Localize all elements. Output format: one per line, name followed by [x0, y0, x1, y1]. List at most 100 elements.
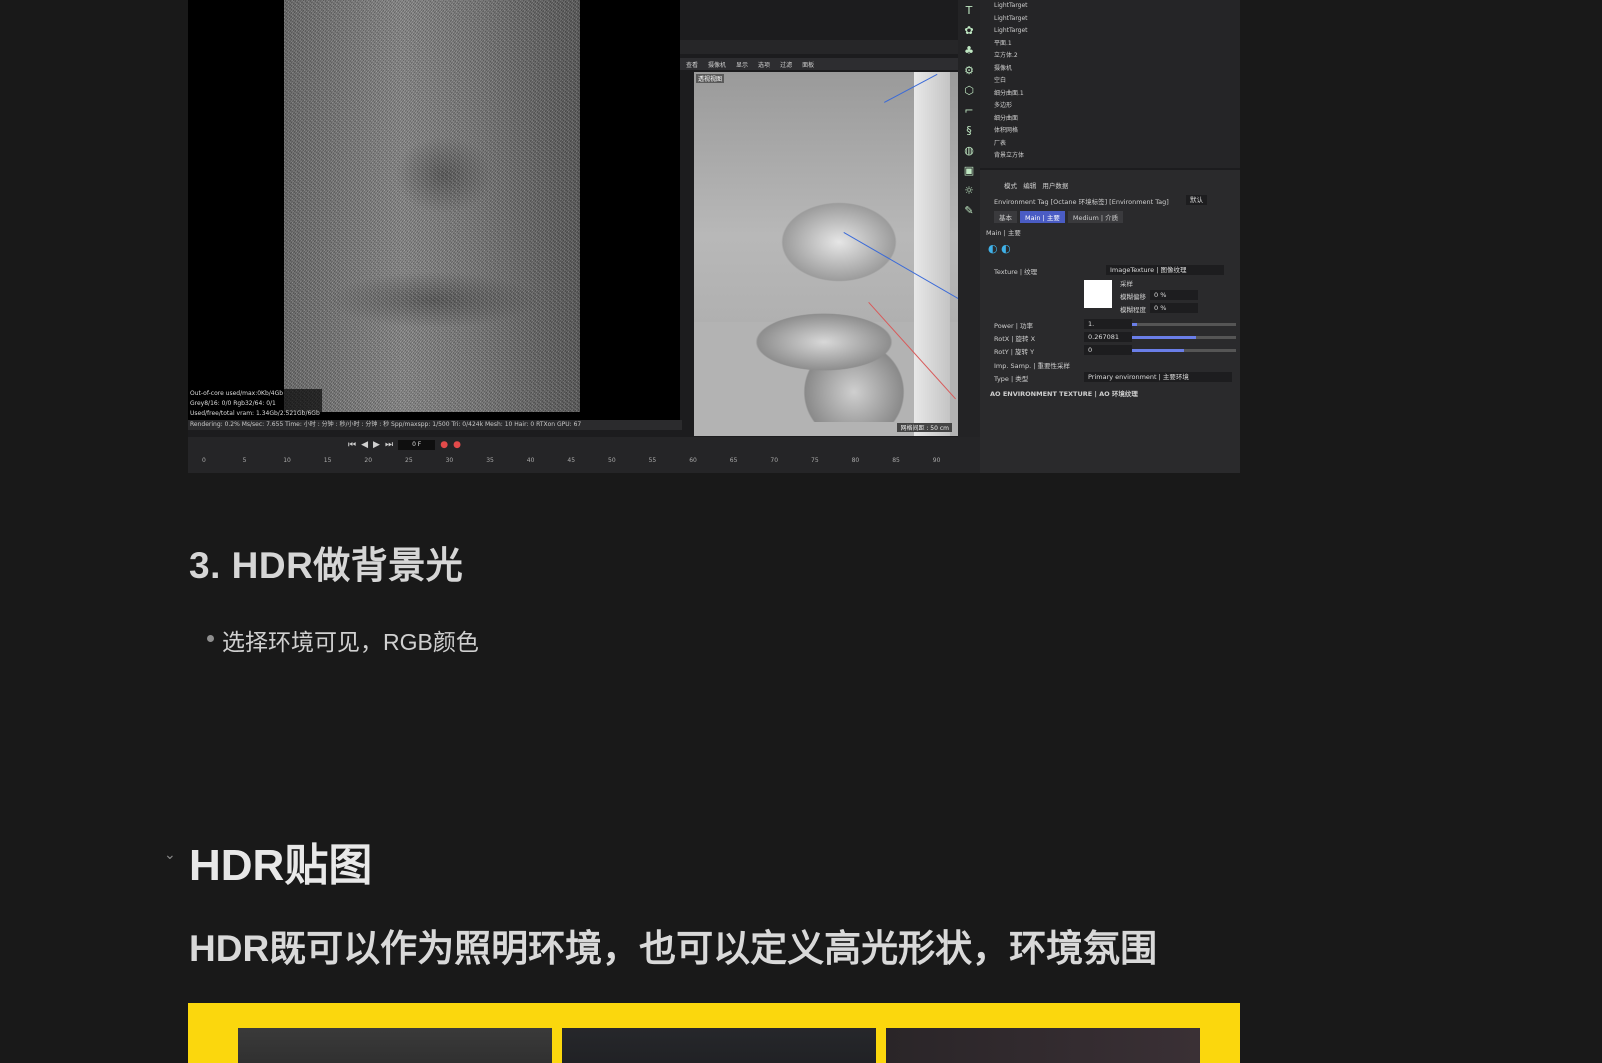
record-icon[interactable]: ● — [440, 440, 448, 450]
object-row[interactable]: LightTarget — [980, 13, 1240, 26]
stats-line: Grey8/16: 0/0 Rgb32/64: 0/1 — [190, 400, 276, 407]
texture-sub-label: 模糊偏移 — [1120, 293, 1146, 301]
timeline[interactable]: ⏮ ◀ ▶ ⏭ 0 F ● ● 0 5 10 15 20 25 30 35 40 45 50 55 60… — [188, 437, 980, 473]
object-row[interactable]: 空白 — [980, 75, 1240, 88]
timeline-tick: 50 — [608, 457, 616, 464]
timeline-tick: 65 — [729, 457, 738, 464]
brush-icon[interactable]: ✎ — [964, 204, 973, 217]
tab-main[interactable]: Main | 主要 — [1020, 211, 1065, 223]
tab-medium[interactable]: Medium | 介质 — [1067, 211, 1124, 223]
power-slider[interactable] — [1132, 323, 1236, 326]
go-end-icon[interactable]: ⏭ — [385, 440, 393, 450]
menu-item[interactable]: 过滤 — [780, 60, 792, 69]
render-status-bar: Rendering: 0.2% Ms/sec: 7.655 Time: 小时 :… — [188, 420, 682, 430]
timeline-tick: 55 — [648, 457, 657, 464]
power-slider-fill — [1132, 323, 1138, 326]
menu-item[interactable]: 查看 — [686, 60, 698, 69]
menu-item[interactable]: 面板 — [802, 60, 814, 69]
rotx-field[interactable]: 0.267081 — [1084, 332, 1132, 342]
object-row[interactable]: 厂表 — [980, 138, 1240, 151]
type-dropdown[interactable]: Primary environment | 主要环境 — [1084, 372, 1232, 382]
text-tool-icon[interactable]: T — [966, 4, 973, 17]
attr-top-tabs[interactable]: 模式 编辑 用户数据 — [1004, 180, 1068, 190]
viewport-menubar[interactable]: 查看 摄像机 显示 选项 过滤 面板 — [680, 58, 964, 70]
power-label: Power | 功率 — [994, 322, 1033, 330]
chevron-down-icon[interactable]: ⌄ — [164, 847, 176, 861]
autokey-icon[interactable]: ● — [453, 440, 461, 450]
vram-text: Used/free/total vram: 1.34Gb/2.521Gb/6Gb — [190, 410, 320, 417]
globe-icon[interactable]: ◍ — [964, 144, 974, 157]
perspective-viewport[interactable]: 透视视图 网格间距 : 50 cm — [694, 72, 958, 436]
timeline-tick: 5 — [242, 457, 247, 464]
current-frame-field[interactable]: 0 F — [398, 440, 436, 450]
playback-controls[interactable]: ⏮ ◀ ▶ ⏭ 0 F ● ● — [348, 440, 461, 450]
texture-sub-field[interactable]: 0 % — [1150, 303, 1198, 313]
power-field[interactable]: 1. — [1084, 319, 1132, 329]
octane-icon[interactable]: ✿ — [964, 24, 973, 37]
texture-sub-label: 模糊程度 — [1120, 306, 1146, 314]
object-row[interactable]: LightTarget — [980, 0, 1240, 13]
roty-slider[interactable] — [1132, 349, 1236, 352]
texture-field[interactable]: ImageTexture | 图像纹理 — [1106, 265, 1224, 275]
menu-item[interactable]: 摄像机 — [708, 60, 726, 69]
object-manager[interactable]: LightTarget LightTarget LightTarget 平面.1… — [980, 0, 1240, 168]
camera-icon[interactable]: ▣ — [964, 164, 974, 177]
rotx-label: RotX | 旋转 X — [994, 335, 1036, 343]
roty-label: RotY | 旋转 Y — [994, 348, 1035, 356]
tool-palette[interactable]: T ✿ ♣ ⚙ ⬡ ⌐ § ◍ ▣ ☼ ✎ — [958, 0, 980, 441]
rotx-slider[interactable] — [1132, 336, 1236, 339]
timeline-tick: 0 — [202, 457, 206, 464]
tag-icon[interactable]: ⬡ — [964, 84, 974, 97]
object-row[interactable]: 背景立方体 — [980, 150, 1240, 163]
attr-userdata-tab[interactable]: 用户数据 — [1042, 182, 1068, 190]
deformer-icon[interactable]: ⌐ — [964, 104, 973, 117]
hdr-thumbnail — [238, 1028, 552, 1063]
light-icon[interactable]: ☼ — [964, 184, 974, 197]
attribute-manager[interactable]: 模式 编辑 用户数据 Environment Tag [Octane 环境标签]… — [980, 170, 1240, 473]
hdr-example-image — [188, 1003, 1240, 1063]
bullet-item: 选择环境可见，RGB颜色 — [222, 629, 479, 655]
attr-preset-dropdown[interactable]: 默认 — [1186, 195, 1207, 205]
object-row[interactable]: 细分曲面 — [980, 113, 1240, 126]
roty-field[interactable]: 0 — [1084, 345, 1132, 355]
attr-edit-tab[interactable]: 编辑 — [1023, 182, 1036, 190]
object-row[interactable]: 体积网格 — [980, 125, 1240, 138]
roty-slider-fill — [1132, 349, 1184, 352]
play-icon[interactable]: ▶ — [373, 440, 380, 450]
watch-sculpture — [734, 192, 934, 422]
grid-spacing-label: 网格间距 : 50 cm — [897, 423, 952, 432]
noisy-render-image — [284, 0, 580, 412]
object-row[interactable]: 立方体.2 — [980, 50, 1240, 63]
texture-label: Texture | 纹理 — [994, 268, 1038, 276]
object-row[interactable]: 细分曲面.1 — [980, 88, 1240, 101]
ao-texture-group[interactable]: AO ENVIRONMENT TEXTURE | AO 环境纹理 — [990, 388, 1138, 398]
spline-icon[interactable]: § — [966, 124, 972, 137]
toggle-heading[interactable]: HDR贴图 — [189, 829, 372, 893]
attr-tabs[interactable]: 基本 Main | 主要 Medium | 介质 — [994, 211, 1126, 223]
paragraph: HDR既可以作为照明环境，也可以定义高光形状，环境氛围 — [189, 928, 1158, 969]
timeline-tick: 85 — [892, 457, 900, 464]
timeline-ruler[interactable]: 0 5 10 15 20 25 30 35 40 45 50 55 60 65 70 75 80 85 90 — [188, 457, 980, 471]
object-row[interactable]: 摄像机 — [980, 63, 1240, 76]
attr-mode-tab[interactable]: 模式 — [1004, 182, 1017, 190]
timeline-tick: 70 — [770, 457, 779, 464]
object-row[interactable]: 多边形 — [980, 100, 1240, 113]
texture-thumbnail[interactable] — [1084, 280, 1112, 308]
menu-item[interactable]: 显示 — [736, 60, 748, 69]
tab-basic[interactable]: 基本 — [994, 211, 1017, 223]
timeline-tick: 45 — [567, 457, 576, 464]
hdr-thumbnail — [886, 1028, 1200, 1063]
cluster-icon[interactable]: ♣ — [964, 44, 974, 57]
viewport-label: 透视视图 — [696, 74, 725, 83]
prev-key-icon[interactable]: ◀ — [361, 440, 368, 450]
gear-icon[interactable]: ⚙ — [964, 64, 974, 77]
go-start-icon[interactable]: ⏮ — [348, 440, 356, 450]
half-circle-icon[interactable]: ◐ ◐ — [988, 242, 1011, 255]
rotx-slider-fill — [1132, 336, 1197, 339]
timeline-tick: 35 — [486, 457, 494, 464]
menu-item[interactable]: 选项 — [758, 60, 770, 69]
object-row[interactable]: 平面.1 — [980, 38, 1240, 51]
object-row[interactable]: LightTarget — [980, 25, 1240, 38]
attr-title-text: Environment Tag [Octane 环境标签] [Environme… — [994, 198, 1169, 206]
texture-sub-field[interactable]: 0 % — [1150, 290, 1198, 300]
